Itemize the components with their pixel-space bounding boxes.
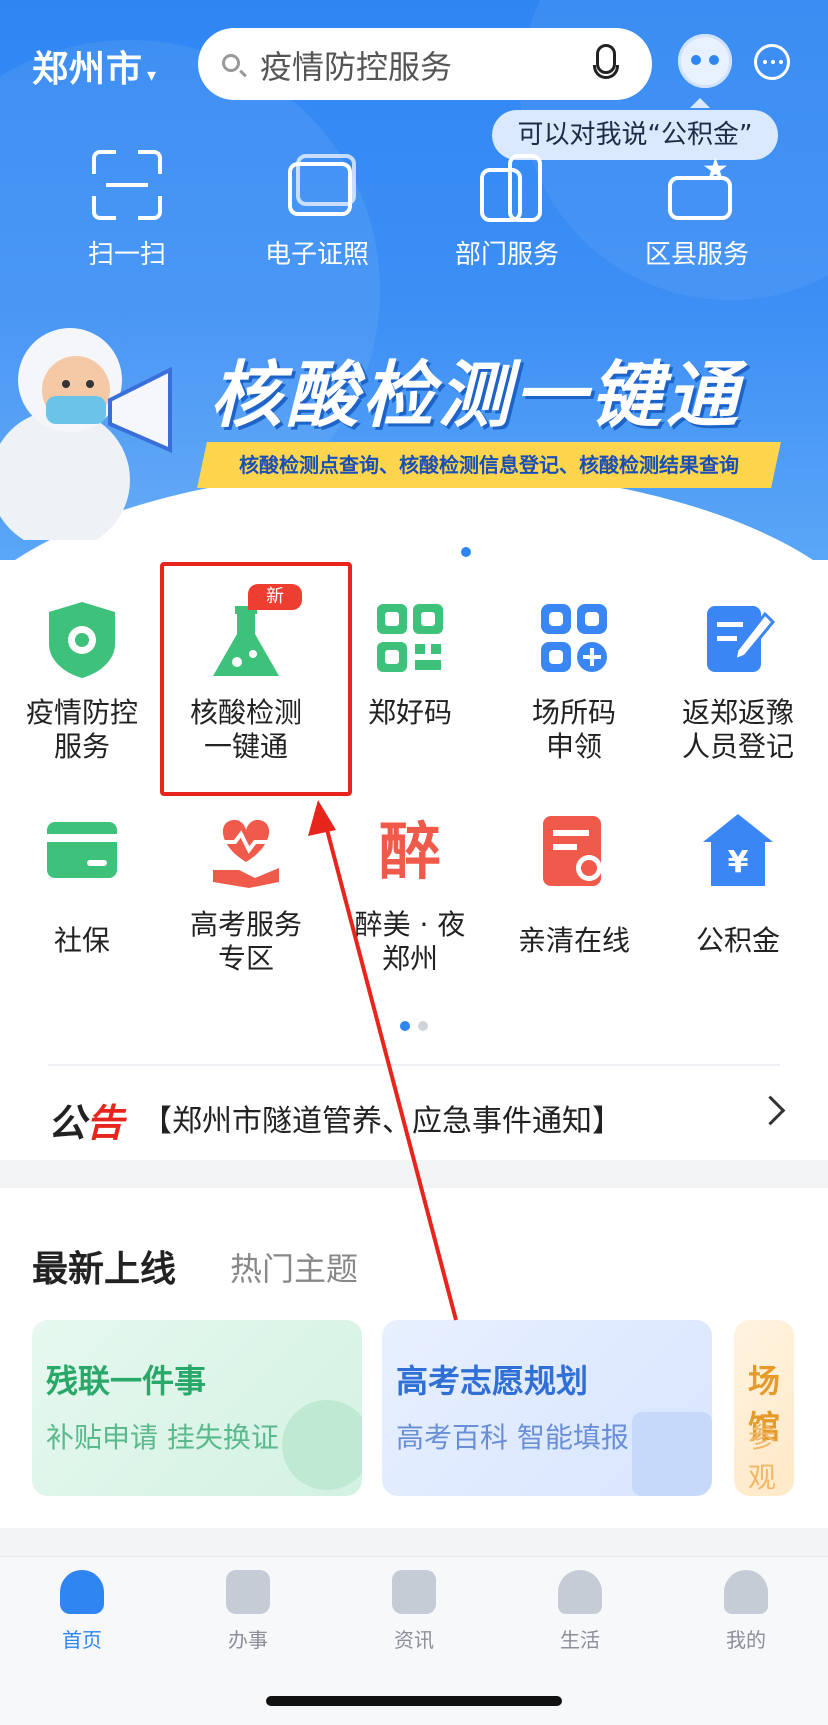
grid-item-zhenghao-code[interactable]: 郑好码 — [328, 600, 492, 730]
clock-icon — [226, 1570, 270, 1614]
grid-item-label: 社保 — [53, 924, 110, 957]
tab-home[interactable]: 首页 — [22, 1570, 142, 1653]
card-disabled-federation[interactable]: 残联一件事 补贴申请 挂失换证 — [32, 1320, 362, 1496]
grid-item-label: 郑好码 — [367, 696, 452, 729]
grid-item-qinqing-online[interactable]: 亲清在线 — [492, 812, 656, 958]
edit-note-icon — [701, 600, 776, 680]
svg-text:¥: ¥ — [728, 845, 749, 880]
grid-item-gaokao-service[interactable]: 高考服务 专区 — [164, 812, 328, 976]
banner-title[interactable]: 核酸检测一键通 — [210, 336, 742, 441]
tab-label: 首页 — [62, 1628, 102, 1652]
grid-item-label: 场所码 申领 — [531, 696, 616, 763]
house-yuan-icon: ¥ — [701, 812, 775, 892]
wheelchair-icon — [282, 1400, 362, 1490]
e-license-label: 电子证照 — [264, 240, 369, 270]
grid-item-epidemic[interactable]: 疫情防控 服务 — [0, 600, 164, 764]
city-selector[interactable]: 郑州市 ▾ — [32, 40, 157, 92]
e-license-button[interactable]: 电子证照 — [222, 150, 412, 271]
tab-news[interactable]: 资讯 — [354, 1570, 474, 1653]
robot-eye — [691, 55, 701, 65]
grid-item-label: 公积金 — [695, 924, 780, 957]
heart-icon — [558, 1570, 602, 1614]
grid-item-housing-fund[interactable]: ¥ 公积金 — [656, 812, 820, 958]
department-icon — [472, 150, 542, 222]
divider — [48, 1064, 780, 1066]
scan-button[interactable]: 扫一扫 — [32, 150, 222, 271]
tab-label: 办事 — [228, 1628, 268, 1652]
notice-tag: 公告 — [48, 1101, 125, 1145]
scan-label: 扫一扫 — [87, 240, 166, 270]
document-icon — [632, 1412, 712, 1496]
card-title: 高考志愿规划 — [396, 1362, 589, 1400]
home-indicator — [266, 1696, 562, 1706]
id-card-icon — [282, 150, 356, 220]
card-title: 残联一件事 — [46, 1362, 207, 1400]
tab-label: 生活 — [560, 1628, 600, 1652]
banner-carousel-dots — [358, 542, 478, 561]
card-subtitle: 高考百科 智能填报 — [396, 1421, 629, 1454]
message-icon[interactable] — [754, 44, 790, 80]
notice-text[interactable]: 【郑州市隧道管养、应急事件通知】 — [142, 1096, 622, 1140]
district-service-label: 区县服务 — [644, 240, 749, 270]
card-venue[interactable]: 场馆 参观 — [734, 1320, 794, 1496]
grid-item-label: 醉美 · 夜 郑州 — [354, 908, 466, 975]
news-icon — [392, 1570, 436, 1614]
certificate-icon — [537, 812, 611, 892]
qr-code-icon — [373, 600, 447, 680]
tab-label: 我的 — [726, 1628, 766, 1652]
grid-item-label: 疫情防控 服务 — [25, 696, 138, 763]
new-badge: 新 — [248, 584, 302, 610]
district-service-button[interactable]: ★ 区县服务 — [602, 150, 792, 271]
banner-subtitle: 核酸检测点查询、核酸检测信息登记、核酸检测结果查询 — [197, 442, 781, 488]
card-subtitle: 参观 — [748, 1421, 777, 1494]
home-icon — [60, 1570, 104, 1614]
tab-services[interactable]: 办事 — [188, 1570, 308, 1653]
grid-item-label: 高考服务 专区 — [189, 908, 302, 975]
tab-hot-topics[interactable]: 热门主题 — [230, 1244, 358, 1290]
tab-latest[interactable]: 最新上线 — [32, 1240, 176, 1292]
grid-item-return-registration[interactable]: 返郑返豫 人员登记 — [656, 600, 820, 764]
microphone-icon[interactable] — [593, 44, 619, 79]
search-icon — [222, 54, 240, 72]
search-bar[interactable]: 疫情防控服务 — [198, 28, 652, 100]
apps-plus-icon — [537, 600, 611, 680]
shield-virus-icon — [45, 600, 119, 680]
banner-doctor-illustration — [0, 300, 180, 550]
card-subtitle: 补贴申请 挂失换证 — [46, 1421, 279, 1454]
robot-eye — [709, 55, 719, 65]
scan-icon — [92, 150, 162, 220]
assistant-robot-icon[interactable] — [678, 34, 732, 88]
grid-item-social-security[interactable]: 社保 — [0, 812, 164, 958]
chevron-down-icon: ▾ — [147, 65, 158, 86]
card-gaokao-planning[interactable]: 高考志愿规划 高考百科 智能填报 — [382, 1320, 712, 1496]
grid-item-venue-code[interactable]: 场所码 申领 — [492, 600, 656, 764]
heart-hand-icon — [209, 812, 283, 892]
grid-item-night-zhengzhou[interactable]: 醉 醉美 · 夜 郑州 — [328, 812, 492, 976]
grid-page-dots — [396, 1016, 432, 1035]
grid-item-label: 亲清在线 — [517, 924, 630, 957]
user-icon — [724, 1570, 768, 1614]
tab-mine[interactable]: 我的 — [686, 1570, 806, 1653]
search-placeholder: 疫情防控服务 — [260, 48, 453, 86]
tab-life[interactable]: 生活 — [520, 1570, 640, 1653]
card-icon — [45, 812, 119, 892]
zui-character-icon: 醉 — [378, 815, 441, 888]
tab-label: 资讯 — [394, 1628, 434, 1652]
grid-item-label: 返郑返豫 人员登记 — [681, 696, 794, 763]
district-icon: ★ — [662, 150, 732, 220]
department-service-button[interactable]: 部门服务 — [412, 150, 602, 271]
department-service-label: 部门服务 — [454, 240, 559, 270]
city-label: 郑州市 — [32, 49, 144, 90]
